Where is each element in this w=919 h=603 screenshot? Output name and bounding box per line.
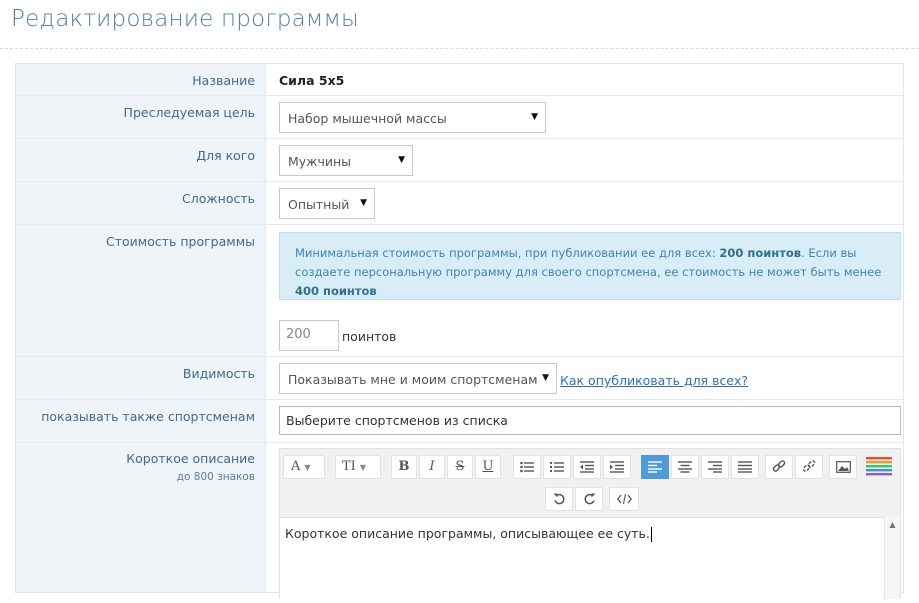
short-description-textarea[interactable]: Короткое описание программы, описывающее… bbox=[280, 517, 900, 599]
goal-row: Преследуемая цель Набор мышечной массы ▼ bbox=[16, 96, 903, 139]
price-unit: поинтов bbox=[342, 329, 397, 344]
font-size-button[interactable]: TI ▼ bbox=[335, 455, 381, 479]
goal-select[interactable]: Набор мышечной массы ▼ bbox=[279, 102, 546, 133]
indent-icon bbox=[610, 461, 624, 473]
short-desc-text: Короткое описание программы, описывающее… bbox=[285, 526, 650, 541]
align-left-button[interactable] bbox=[641, 455, 669, 479]
name-label: Название bbox=[192, 73, 255, 88]
chevron-down-icon: ▼ bbox=[398, 155, 405, 165]
align-left-icon bbox=[648, 461, 662, 473]
program-edit-form: Название Сила 5x5 Преследуемая цель Набо… bbox=[15, 63, 904, 599]
visibility-row: Видимость Показывать мне и моим спортсме… bbox=[16, 357, 903, 400]
price-info-min-public: 200 поинтов bbox=[719, 246, 802, 260]
link-icon bbox=[772, 460, 786, 472]
bullet-list-icon bbox=[520, 461, 534, 473]
difficulty-select-value: Опытный bbox=[288, 197, 350, 212]
chevron-down-icon: ▼ bbox=[542, 373, 549, 383]
insert-image-button[interactable] bbox=[829, 455, 857, 479]
for-whom-select-value: Мужчины bbox=[288, 154, 351, 169]
for-whom-row: Для кого Мужчины ▼ bbox=[16, 139, 903, 182]
difficulty-select[interactable]: Опытный ▼ bbox=[279, 188, 375, 219]
short-desc-label: Короткое описание до 800 знаков bbox=[126, 451, 255, 483]
code-icon bbox=[616, 493, 632, 505]
difficulty-row: Сложность Опытный ▼ bbox=[16, 182, 903, 225]
numbered-list-icon bbox=[550, 462, 564, 472]
scroll-up-arrow-icon[interactable]: ▲ bbox=[889, 520, 895, 529]
price-label: Стоимость программы bbox=[106, 234, 255, 249]
align-right-button[interactable] bbox=[701, 455, 729, 479]
athletes-label: показывать также спортсменам bbox=[41, 409, 255, 424]
align-center-button[interactable] bbox=[671, 455, 699, 479]
chevron-down-icon: ▼ bbox=[360, 198, 367, 208]
redo-button[interactable] bbox=[575, 487, 603, 511]
visibility-select[interactable]: Показывать мне и моим спортсменам ▼ bbox=[279, 363, 557, 394]
price-info-text: Минимальная стоимость программы, при пуб… bbox=[295, 246, 720, 260]
text-caret bbox=[650, 527, 652, 542]
insert-link-button[interactable] bbox=[765, 455, 793, 479]
font-family-button[interactable]: A ▼ bbox=[283, 455, 325, 479]
rich-text-editor: A ▼ TI ▼ B I S U Короткое описание прогр… bbox=[279, 448, 901, 599]
scrollbar[interactable]: ▲ bbox=[884, 517, 900, 599]
bold-button[interactable]: B bbox=[391, 455, 417, 479]
price-info-min-personal: 400 поинтов bbox=[295, 284, 377, 298]
text-color-button[interactable] bbox=[865, 455, 893, 479]
font-size-icon: TI bbox=[342, 459, 356, 474]
unlink-icon bbox=[802, 460, 816, 472]
price-info-box: Минимальная стоимость программы, при пуб… bbox=[279, 232, 901, 300]
visibility-label: Видимость bbox=[182, 366, 255, 381]
unlink-button[interactable] bbox=[795, 455, 823, 479]
page-title: Редактирование программы bbox=[11, 6, 359, 32]
align-justify-button[interactable] bbox=[731, 455, 759, 479]
price-input[interactable]: 200 bbox=[279, 320, 339, 351]
outdent-button[interactable] bbox=[573, 455, 601, 479]
for-whom-label: Для кого bbox=[196, 148, 255, 163]
goal-select-value: Набор мышечной массы bbox=[288, 111, 447, 126]
short-desc-title: Короткое описание bbox=[126, 451, 255, 466]
strikethrough-button[interactable]: S bbox=[447, 455, 473, 479]
goal-label: Преследуемая цель bbox=[123, 105, 255, 120]
italic-button[interactable]: I bbox=[419, 455, 445, 479]
name-row: Название Сила 5x5 bbox=[16, 64, 903, 96]
color-palette-icon bbox=[866, 457, 892, 476]
difficulty-label: Сложность bbox=[182, 191, 255, 206]
bullet-list-button[interactable] bbox=[513, 455, 541, 479]
for-whom-select[interactable]: Мужчины ▼ bbox=[279, 145, 413, 176]
numbered-list-button[interactable] bbox=[543, 455, 571, 479]
align-center-icon bbox=[678, 461, 692, 473]
image-icon bbox=[835, 461, 851, 473]
align-right-icon bbox=[708, 461, 722, 473]
code-view-button[interactable] bbox=[609, 487, 639, 511]
align-justify-icon bbox=[738, 461, 752, 473]
athletes-select-input[interactable]: Выберите спортсменов из списка bbox=[279, 406, 901, 435]
chevron-down-icon: ▼ bbox=[304, 463, 311, 472]
visibility-select-value: Показывать мне и моим спортсменам bbox=[288, 372, 538, 387]
short-desc-hint: до 800 знаков bbox=[176, 471, 255, 483]
chevron-down-icon: ▼ bbox=[531, 112, 538, 122]
chevron-down-icon: ▼ bbox=[359, 463, 366, 472]
undo-button[interactable] bbox=[545, 487, 573, 511]
outdent-icon bbox=[580, 461, 594, 473]
title-divider bbox=[0, 48, 919, 49]
redo-icon bbox=[584, 493, 595, 505]
font-icon: A bbox=[291, 459, 301, 474]
name-value: Сила 5x5 bbox=[279, 73, 345, 88]
undo-icon bbox=[553, 493, 564, 505]
underline-button[interactable]: U bbox=[475, 455, 501, 479]
publish-help-link[interactable]: Как опубликовать для всех? bbox=[560, 373, 748, 388]
indent-button[interactable] bbox=[603, 455, 631, 479]
